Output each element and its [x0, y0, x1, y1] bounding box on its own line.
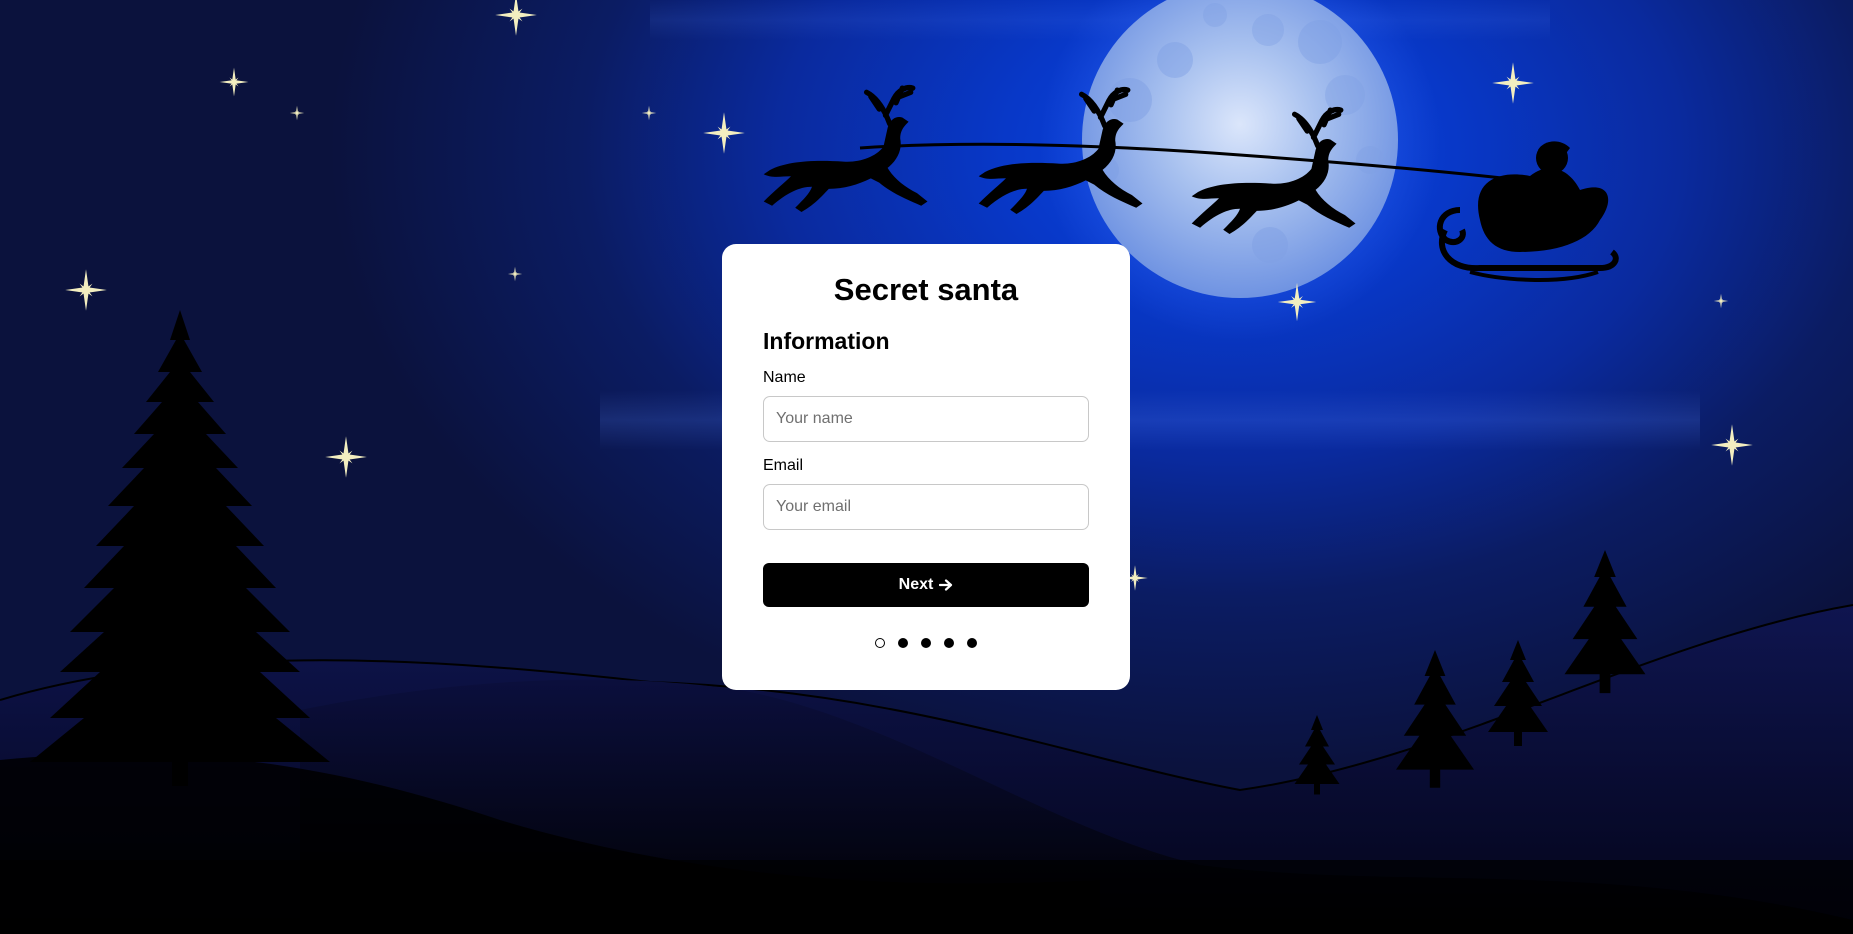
arrow-right-icon	[939, 579, 953, 591]
step-dot-5[interactable]	[967, 638, 977, 649]
step-dot-1[interactable]	[875, 638, 885, 649]
step-dot-4[interactable]	[944, 638, 954, 649]
step-indicator	[763, 638, 1089, 649]
step-dot-3[interactable]	[921, 638, 931, 649]
name-input[interactable]	[763, 395, 1089, 442]
email-label: Email	[763, 456, 804, 474]
email-input[interactable]	[763, 484, 1089, 531]
next-button[interactable]: Next	[763, 563, 1089, 608]
name-label: Name	[763, 368, 806, 386]
signup-card: Secret santa Information Name Email Next	[722, 244, 1130, 690]
page-title: Secret santa	[833, 272, 1019, 307]
section-title: Information	[763, 328, 890, 355]
step-dot-2[interactable]	[898, 638, 908, 649]
next-button-label: Next	[898, 576, 934, 594]
